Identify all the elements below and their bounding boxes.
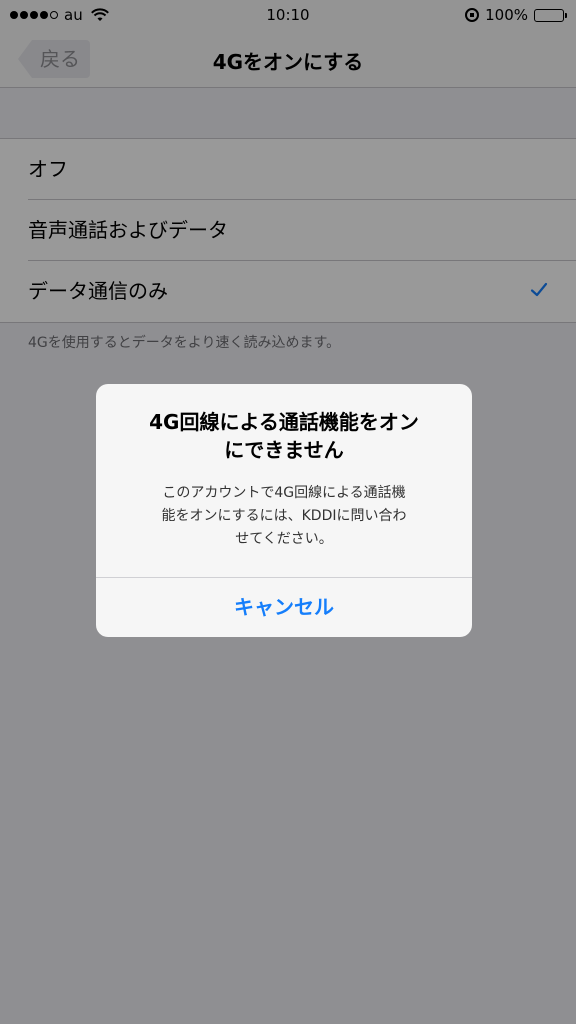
alert-message-line: 能をオンにするには、KDDIに問い合わ [161, 508, 407, 524]
alert-message-line: せてください。 [235, 531, 333, 547]
alert-title-line: にできません [224, 438, 344, 462]
alert-title-line: 4G回線による通話機能をオン [149, 410, 419, 434]
alert-message-line: このアカウントで4G回線による通話機 [162, 485, 406, 501]
alert-dialog: 4G回線による通話機能をオン にできません このアカウントで4G回線による通話機… [96, 384, 472, 637]
cancel-button[interactable]: キャンセル [96, 578, 472, 637]
alert-message: このアカウントで4G回線による通話機 能をオンにするには、KDDIに問い合わ せ… [120, 482, 448, 551]
alert-title: 4G回線による通話機能をオン にできません [116, 408, 452, 464]
